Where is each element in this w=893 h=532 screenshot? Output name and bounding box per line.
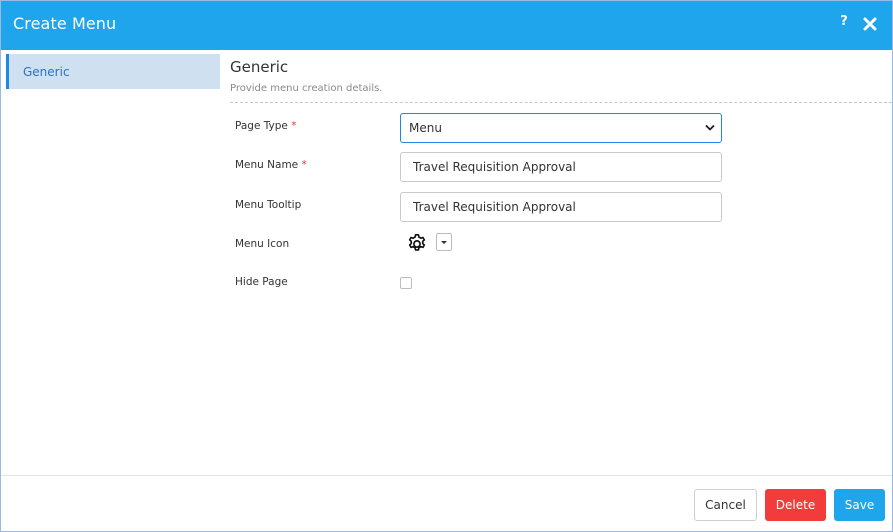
caret-down-icon bbox=[441, 241, 447, 244]
close-button[interactable] bbox=[862, 15, 878, 33]
menu-tooltip-label-text: Menu Tooltip bbox=[235, 199, 302, 211]
menu-tooltip-label: Menu Tooltip bbox=[235, 199, 301, 211]
page-type-label-text: Page Type bbox=[235, 120, 288, 132]
menu-icon-label-text: Menu Icon bbox=[235, 238, 290, 250]
menu-name-input[interactable] bbox=[400, 152, 722, 182]
required-mark: * bbox=[291, 120, 297, 132]
delete-button[interactable]: Delete bbox=[765, 489, 826, 521]
close-icon bbox=[863, 17, 877, 31]
sidebar: Generic bbox=[1, 50, 221, 475]
section-title: Generic bbox=[230, 58, 289, 76]
icon-dropdown-button[interactable] bbox=[436, 233, 452, 251]
hide-page-label-text: Hide Page bbox=[235, 276, 288, 288]
hide-page-checkbox[interactable] bbox=[400, 277, 412, 289]
menu-name-label-text: Menu Name bbox=[235, 159, 299, 171]
page-type-value: Menu bbox=[409, 121, 442, 135]
sidebar-item-label: Generic bbox=[23, 65, 70, 79]
menu-name-label: Menu Name * bbox=[235, 159, 307, 171]
chevron-down-icon bbox=[705, 125, 715, 131]
dialog-title: Create Menu bbox=[13, 14, 117, 33]
save-button[interactable]: Save bbox=[834, 489, 885, 521]
section-divider bbox=[230, 102, 892, 103]
cancel-button[interactable]: Cancel bbox=[694, 489, 757, 521]
page-type-select[interactable]: Menu bbox=[400, 113, 722, 143]
hide-page-label: Hide Page bbox=[235, 276, 288, 288]
dialog-titlebar: Create Menu ? bbox=[1, 1, 892, 50]
menu-icon-label: Menu Icon bbox=[235, 238, 289, 250]
sidebar-item-generic[interactable]: Generic bbox=[6, 54, 220, 89]
gear-icon bbox=[408, 233, 426, 251]
footer-divider bbox=[1, 475, 892, 476]
create-menu-dialog: Create Menu ? Generic Generic Provide me… bbox=[0, 0, 893, 532]
page-type-label: Page Type * bbox=[235, 120, 296, 132]
menu-tooltip-input[interactable] bbox=[400, 192, 722, 222]
section-subtitle: Provide menu creation details. bbox=[230, 83, 383, 94]
menu-icon-picker[interactable] bbox=[406, 233, 454, 255]
help-button[interactable]: ? bbox=[837, 14, 851, 34]
required-mark: * bbox=[301, 159, 307, 171]
